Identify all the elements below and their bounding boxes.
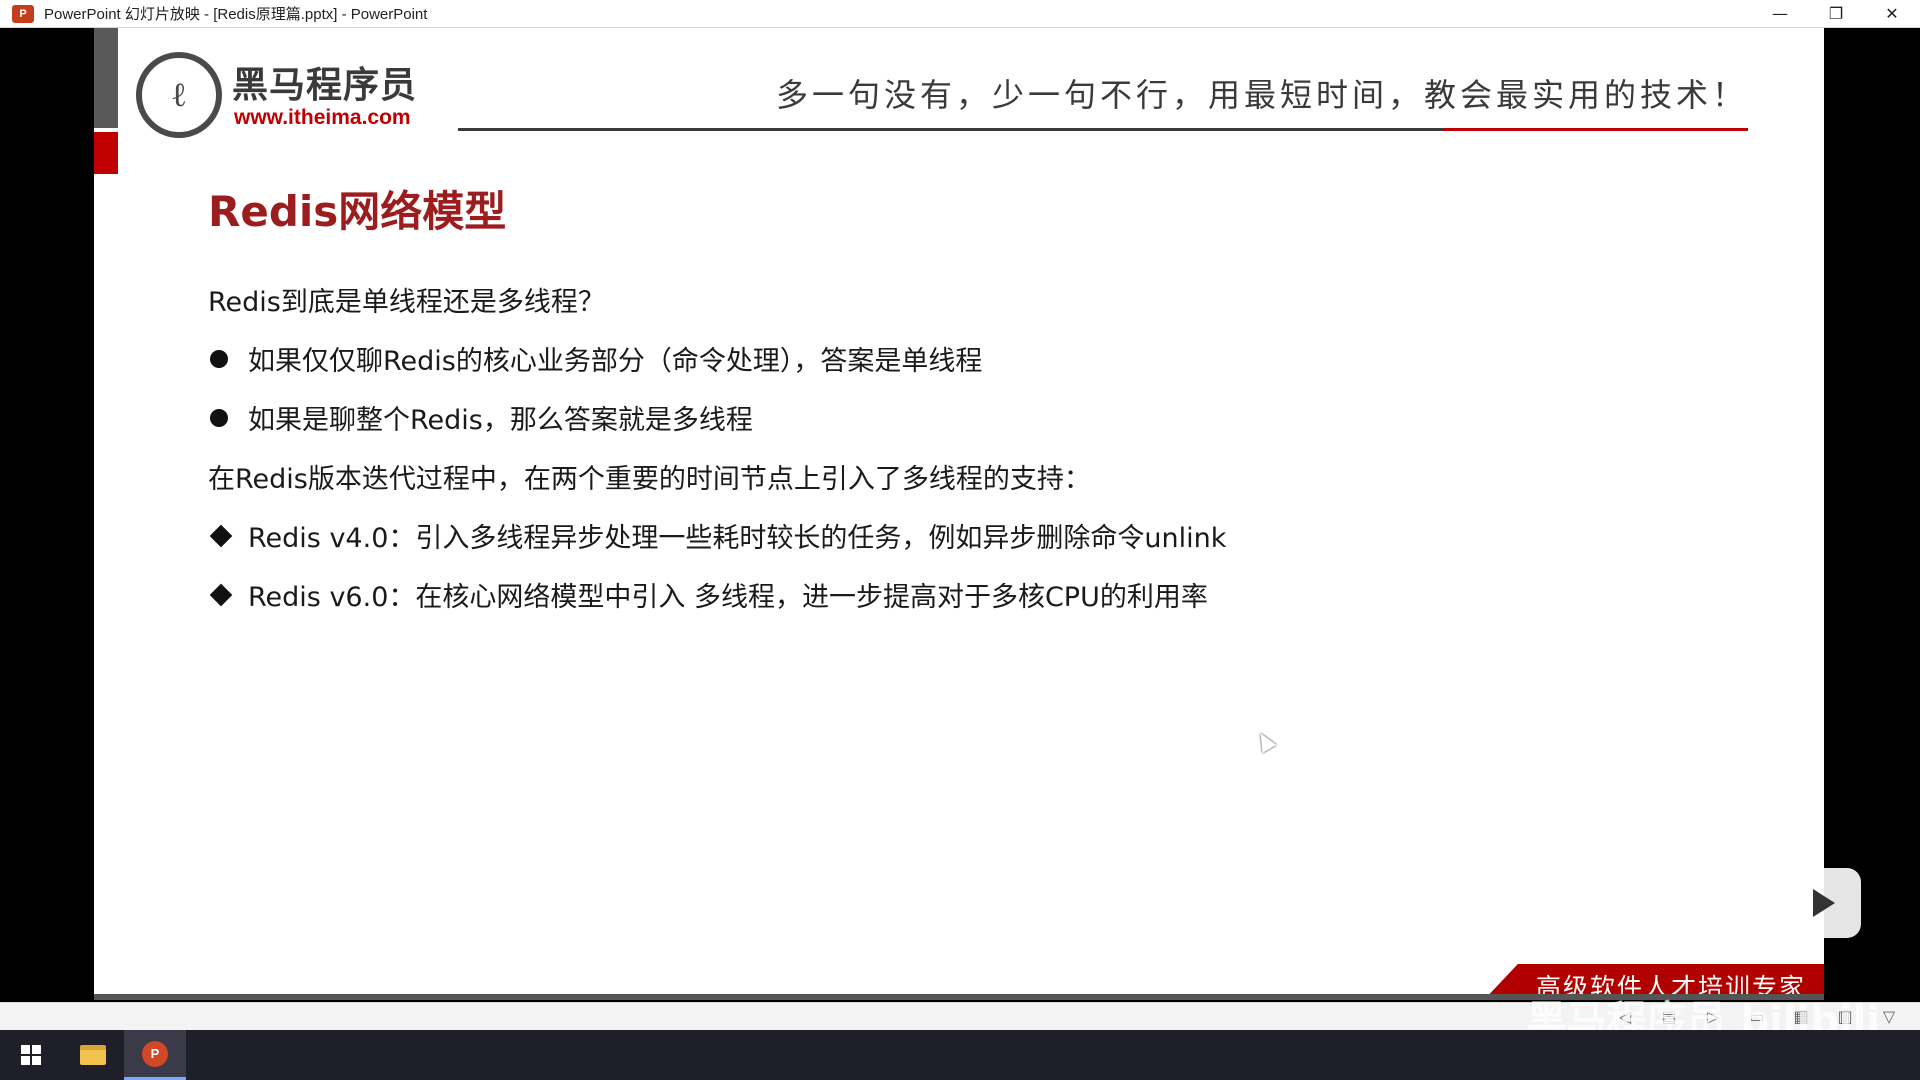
restore-button[interactable]: ❐ <box>1808 0 1864 28</box>
slide[interactable]: ℓ 黑马程序员 www.itheima.com 多一句没有，少一句不行，用最短时… <box>94 28 1824 1000</box>
bullet-item: 如果仅仅聊Redis的核心业务部分（命令处理），答案是单线程 <box>208 329 1708 388</box>
diamond-bullet-icon <box>208 524 248 547</box>
text-line: Redis到底是单线程还是多线程？ <box>208 270 1708 329</box>
bullet-item: 如果是聊整个Redis，那么答案就是多线程 <box>208 388 1708 447</box>
header-divider <box>458 128 1538 131</box>
line-text: Redis v6.0：在核心网络模型中引入 多线程，进一步提高对于多核CPU的利… <box>248 582 1208 613</box>
powerpoint-app-icon: P <box>12 4 34 23</box>
slideshow-stage: ℓ 黑马程序员 www.itheima.com 多一句没有，少一句不行，用最短时… <box>0 28 1920 1030</box>
start-button[interactable] <box>0 1030 62 1080</box>
diamond-bullet-icon <box>208 583 248 606</box>
window-controls: — ❐ ✕ <box>1752 0 1920 28</box>
diamond-item: Redis v4.0：引入多线程异步处理一些耗时较长的任务，例如异步删除命令un… <box>208 506 1708 565</box>
folder-icon <box>80 1045 106 1065</box>
bullet-dot-icon <box>208 349 248 368</box>
slide-left-bar-red <box>94 132 118 174</box>
logo-url: www.itheima.com <box>234 106 411 129</box>
header-slogan: 多一句没有，少一句不行，用最短时间，教会最实用的技术！ <box>775 76 1748 114</box>
slide-title: Redis网络模型 <box>208 187 507 236</box>
slideshow-view-icon[interactable]: ▽ <box>1878 1005 1900 1027</box>
powerpoint-icon: P <box>142 1040 168 1067</box>
window-title: PowerPoint 幻灯片放映 - [Redis原理篇.pptx] - Pow… <box>44 6 428 23</box>
windows-logo-icon <box>21 1045 41 1065</box>
line-text: Redis到底是单线程还是多线程？ <box>208 287 605 318</box>
slide-left-bar-gray <box>94 28 118 128</box>
windows-taskbar: P <box>0 1030 1920 1080</box>
window-title-bar: P PowerPoint 幻灯片放映 - [Redis原理篇.pptx] - P… <box>0 0 1920 28</box>
close-button[interactable]: ✕ <box>1864 0 1920 28</box>
line-text: 如果仅仅聊Redis的核心业务部分（命令处理），答案是单线程 <box>248 346 983 377</box>
bullet-dot-icon <box>208 408 248 427</box>
mouse-cursor-icon <box>1253 729 1277 753</box>
text-line: 在Redis版本迭代过程中，在两个重要的时间节点上引入了多线程的支持： <box>208 447 1708 506</box>
horse-logo-icon: ℓ <box>136 52 222 138</box>
itheima-logo: ℓ 黑马程序员 www.itheima.com <box>136 50 456 140</box>
line-text: Redis v4.0：引入多线程异步处理一些耗时较长的任务，例如异步删除命令un… <box>248 523 1227 554</box>
line-text: 如果是聊整个Redis，那么答案就是多线程 <box>248 405 753 436</box>
slide-content: Redis到底是单线程还是多线程？ 如果仅仅聊Redis的核心业务部分（命令处理… <box>208 270 1708 624</box>
video-play-button[interactable] <box>1781 868 1861 938</box>
line-text: 在Redis版本迭代过程中，在两个重要的时间节点上引入了多线程的支持： <box>208 464 1091 495</box>
file-explorer-button[interactable] <box>62 1030 124 1080</box>
minimize-button[interactable]: — <box>1752 0 1808 28</box>
header-divider-accent <box>1444 128 1748 131</box>
play-icon <box>1813 889 1835 917</box>
logo-name: 黑马程序员 <box>232 65 418 106</box>
diamond-item: Redis v6.0：在核心网络模型中引入 多线程，进一步提高对于多核CPU的利… <box>208 565 1708 624</box>
powerpoint-taskbar-button[interactable]: P <box>124 1030 186 1080</box>
